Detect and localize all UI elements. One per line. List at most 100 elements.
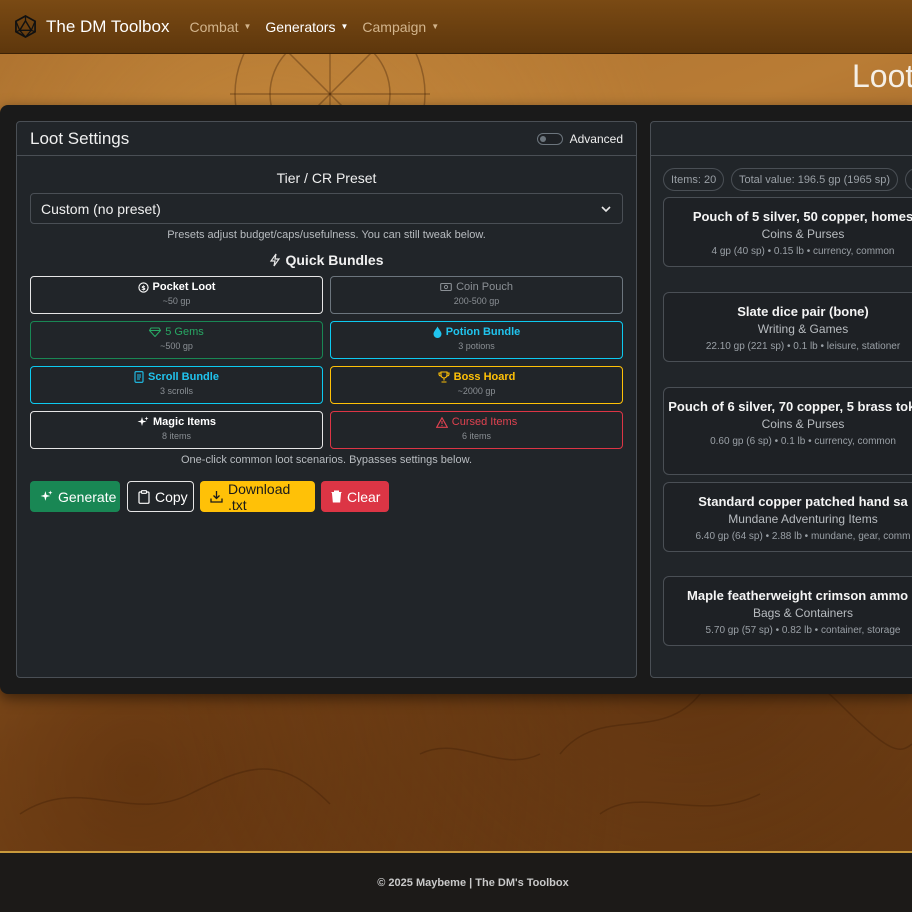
item-category: Coins & Purses xyxy=(761,417,845,431)
generate-label: Generate xyxy=(58,488,117,505)
bundle-title: Cursed Items xyxy=(451,416,518,428)
item-category: Writing & Games xyxy=(757,322,849,336)
top-navbar: The DM Toolbox Combat ▼ Generators ▼ Cam… xyxy=(0,0,912,54)
chevron-down-icon xyxy=(600,203,612,215)
preset-help-text: Presets adjust budget/caps/usefulness. Y… xyxy=(167,229,486,241)
bundle-title: Potion Bundle xyxy=(445,326,521,338)
item-meta: 6.40 gp (64 sp) • 2.88 lb • mundane, gea… xyxy=(695,531,911,542)
items-count-badge: Items: 20 xyxy=(663,168,725,191)
copy-button[interactable]: Copy xyxy=(127,481,194,512)
download-label: Download .txt xyxy=(228,480,291,513)
item-name: Pouch of 5 silver, 50 copper, homes xyxy=(692,209,912,224)
results-header xyxy=(651,122,912,156)
generate-button[interactable]: Generate xyxy=(30,481,120,512)
item-meta: 0.60 gp (6 sp) • 0.1 lb • currency, comm… xyxy=(710,436,896,447)
caret-down-icon: ▼ xyxy=(431,22,440,31)
download-txt-button[interactable]: Download .txt xyxy=(200,480,315,513)
cash-icon xyxy=(440,282,452,292)
tier-label: Tier / CR Preset xyxy=(276,170,377,186)
item-category: Coins & Purses xyxy=(761,227,845,241)
bundle-title: Magic Items xyxy=(153,416,216,428)
item-name: Pouch of 6 silver, 70 copper, 5 brass to… xyxy=(668,399,912,414)
loot-settings-card: Loot Settings Advanced Tier / CR Preset … xyxy=(16,121,637,678)
brand-title: The DM Toolbox xyxy=(46,16,170,36)
settings-header: Loot Settings Advanced xyxy=(17,122,636,156)
loot-item: Maple featherweight crimson ammo c Bags … xyxy=(663,576,912,646)
nav-generators[interactable]: Generators ▼ xyxy=(265,19,348,35)
loot-item: Pouch of 6 silver, 70 copper, 5 brass to… xyxy=(663,387,912,475)
bundle-subtitle: 200-500 gp xyxy=(453,296,500,306)
bundle-subtitle: ~500 gp xyxy=(160,341,193,351)
svg-text:$: $ xyxy=(141,283,146,291)
caret-down-icon: ▼ xyxy=(340,22,349,31)
nav-combat-label: Combat xyxy=(189,18,239,35)
item-meta: 5.70 gp (57 sp) • 0.82 lb • container, s… xyxy=(705,625,901,636)
bundle-pocket-loot-button[interactable]: $ Pocket Loot ~50 gp xyxy=(30,276,323,314)
bundle-subtitle: ~2000 gp xyxy=(457,386,496,396)
bundle-scroll-button[interactable]: Scroll Bundle 3 scrolls xyxy=(30,366,323,404)
extra-badge xyxy=(905,168,912,191)
bundle-title: Scroll Bundle xyxy=(148,371,219,383)
sparkles-icon xyxy=(40,490,53,503)
bundle-gems-button[interactable]: 5 Gems ~500 gp xyxy=(30,321,323,359)
caret-down-icon: ▼ xyxy=(243,22,252,31)
advanced-toggle-wrapper: Advanced xyxy=(536,132,623,146)
scroll-icon xyxy=(134,371,144,383)
item-category: Bags & Containers xyxy=(752,606,854,620)
bundle-subtitle: 3 potions xyxy=(458,341,495,351)
gem-icon xyxy=(149,327,162,337)
bundle-subtitle: ~50 gp xyxy=(162,296,191,306)
loot-item: Pouch of 5 silver, 50 copper, homes Coin… xyxy=(663,197,912,267)
item-category: Mundane Adventuring Items xyxy=(728,512,878,526)
quick-bundles-label: Quick Bundles xyxy=(285,252,384,268)
tier-preset-select[interactable]: Custom (no preset) xyxy=(30,193,623,224)
warning-icon xyxy=(435,416,448,428)
item-meta: 4 gp (40 sp) • 0.15 lb • currency, commo… xyxy=(711,246,895,257)
bundle-subtitle: 8 items xyxy=(161,431,191,441)
nav-campaign-label: Campaign xyxy=(362,18,427,35)
clipboard-icon xyxy=(138,489,150,504)
clear-button[interactable]: Clear xyxy=(321,481,389,512)
bundles-help-text: One-click common loot scenarios. Bypasse… xyxy=(180,454,473,466)
footer-copyright: © 2025 Maybeme | The DM's Toolbox xyxy=(377,876,569,889)
lightning-icon xyxy=(269,253,281,267)
bundle-subtitle: 6 items xyxy=(461,431,491,441)
bundle-boss-hoard-button[interactable]: Boss Hoard ~2000 gp xyxy=(330,366,623,404)
item-meta: 22.10 gp (221 sp) • 0.1 lb • leisure, st… xyxy=(705,341,901,352)
d20-icon xyxy=(14,15,37,38)
download-icon xyxy=(210,490,223,503)
nav-campaign[interactable]: Campaign ▼ xyxy=(362,19,439,35)
sparkles-icon xyxy=(137,416,149,428)
bundle-magic-items-button[interactable]: Magic Items 8 items xyxy=(30,411,323,449)
item-name: Slate dice pair (bone) xyxy=(737,304,869,319)
footer: © 2025 Maybeme | The DM's Toolbox xyxy=(0,851,912,912)
preset-value: Custom (no preset) xyxy=(41,200,161,217)
quick-bundles-heading: Quick Bundles xyxy=(17,252,636,268)
item-name: Standard copper patched hand sa xyxy=(698,494,908,509)
page-title: Loot xyxy=(852,58,912,94)
brand-link[interactable]: The DM Toolbox xyxy=(14,15,169,38)
trophy-icon xyxy=(438,371,450,383)
coin-icon: $ xyxy=(137,281,149,293)
trash-icon xyxy=(331,490,342,503)
bundle-cursed-items-button[interactable]: Cursed Items 6 items xyxy=(330,411,623,449)
settings-title: Loot Settings xyxy=(30,128,130,148)
advanced-toggle[interactable] xyxy=(536,132,563,145)
advanced-label[interactable]: Advanced xyxy=(570,132,623,146)
bundle-title: Coin Pouch xyxy=(456,281,513,293)
item-name: Maple featherweight crimson ammo c xyxy=(687,588,912,603)
loot-results-card: Items: 20 Total value: 196.5 gp (1965 sp… xyxy=(650,121,912,678)
loot-item: Standard copper patched hand sa Mundane … xyxy=(663,482,912,552)
nav-combat[interactable]: Combat ▼ xyxy=(189,19,251,35)
bundle-coin-pouch-button[interactable]: Coin Pouch 200-500 gp xyxy=(330,276,623,314)
droplet-icon xyxy=(433,326,442,338)
total-value-badge: Total value: 196.5 gp (1965 sp) xyxy=(731,168,899,191)
bundle-potion-button[interactable]: Potion Bundle 3 potions xyxy=(330,321,623,359)
bundle-subtitle: 3 scrolls xyxy=(159,386,193,396)
loot-item: Slate dice pair (bone) Writing & Games 2… xyxy=(663,292,912,362)
bundle-title: Boss Hoard xyxy=(453,371,516,383)
copy-label: Copy xyxy=(155,488,188,505)
bundle-title: Pocket Loot xyxy=(152,281,216,293)
bundle-title: 5 Gems xyxy=(165,326,204,338)
nav-generators-label: Generators xyxy=(265,18,336,35)
